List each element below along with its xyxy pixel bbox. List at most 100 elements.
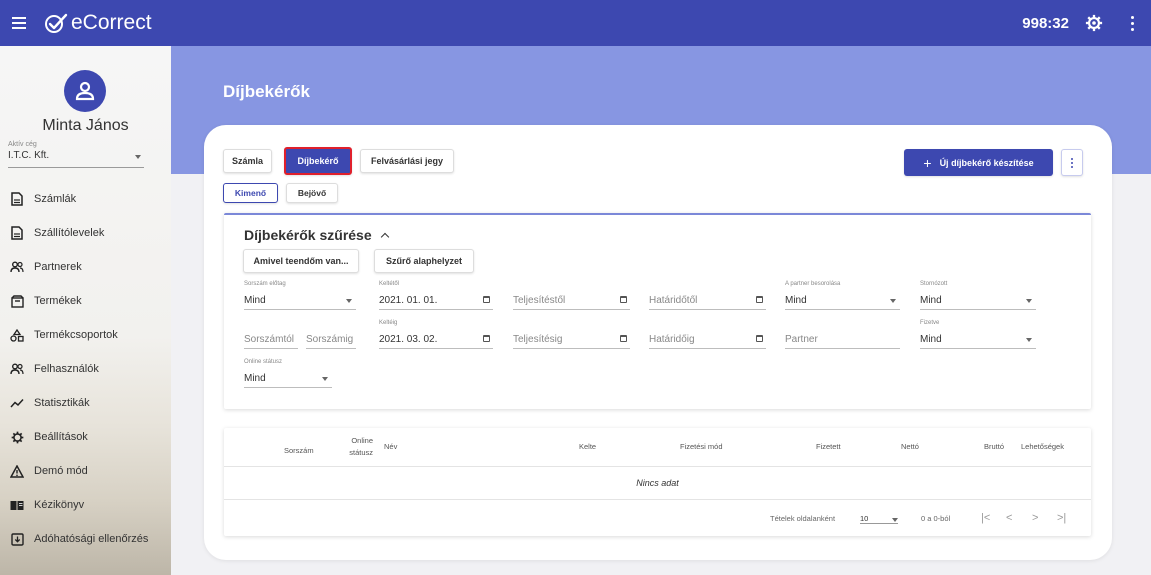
sidebar-item-label: Kézikönyv — [34, 499, 85, 511]
calendar-icon[interactable] — [756, 335, 763, 342]
results-table: Sorszám Online státusz Név Kelte Fizetés… — [224, 428, 1091, 536]
field-value: Mind — [244, 373, 266, 384]
person-icon — [75, 81, 95, 101]
sidebar-item-szallitolevelek[interactable]: Szállítólevelek — [0, 216, 171, 250]
box-icon — [10, 294, 24, 308]
app-logo[interactable]: eCorrect — [44, 11, 152, 35]
fulfilment-to-field[interactable]: Teljesítésig — [513, 329, 630, 349]
new-invoice-request-button[interactable]: + Új díjbekérő készítése — [904, 149, 1053, 176]
prev-page-icon[interactable]: < — [1006, 512, 1012, 524]
gear-icon[interactable] — [1085, 14, 1103, 32]
sidebar-item-beallitasok[interactable]: Beállítások — [0, 420, 171, 454]
sidebar-item-kezikonyv[interactable]: Kézikönyv — [0, 488, 171, 522]
avatar[interactable] — [64, 70, 106, 112]
cancelled-select[interactable]: Stornózott Mind — [920, 281, 1036, 310]
column-header-netto[interactable]: Nettó — [901, 442, 919, 452]
column-header-kelte[interactable]: Kelte — [579, 442, 596, 452]
sidebar-item-partnerek[interactable]: Partnerek — [0, 250, 171, 284]
tab-dijbekero[interactable]: Díjbekérő — [284, 147, 352, 175]
sidebar-item-label: Felhasználók — [34, 363, 99, 375]
partner-field[interactable]: Partner — [785, 329, 900, 349]
calendar-icon[interactable] — [756, 296, 763, 303]
field-label: Online státusz — [244, 359, 283, 365]
sidebar-item-label: Termékek — [34, 295, 82, 307]
calendar-icon[interactable] — [620, 296, 627, 303]
sidebar-item-szamlak[interactable]: Számlák — [0, 182, 171, 216]
sidebar-item-label: Beállítások — [34, 431, 88, 443]
session-timer: 998:32 — [1022, 14, 1069, 32]
chevron-down-icon — [892, 518, 898, 522]
filter-title: Díjbekérők szűrése — [244, 227, 372, 243]
last-page-icon[interactable]: >| — [1057, 512, 1066, 524]
prefix-select[interactable]: Sorszám előtag Mind — [244, 281, 356, 310]
online-status-select[interactable]: Online státusz Mind — [244, 359, 332, 388]
tab-kimeno[interactable]: Kimenő — [223, 183, 278, 203]
column-header-lehetosegek: Lehetőségek — [1021, 442, 1064, 451]
calendar-icon[interactable] — [483, 296, 490, 303]
field-label: Fizetve — [920, 320, 940, 326]
next-page-icon[interactable]: > — [1032, 512, 1038, 524]
ecorrect-logo-icon — [45, 13, 68, 33]
column-header-fizetett[interactable]: Fizetett — [816, 442, 841, 452]
date-to-field[interactable]: Keltéig 2021. 03. 02. — [379, 320, 493, 349]
reset-filter-button[interactable]: Szűrő alaphelyzet — [374, 249, 474, 273]
sidebar-item-statisztikak[interactable]: Statisztikák — [0, 386, 171, 420]
due-to-field[interactable]: Határidőig — [649, 329, 766, 349]
column-header-nev[interactable]: Név — [384, 442, 397, 452]
document-icon — [10, 226, 24, 240]
calendar-icon[interactable] — [620, 335, 627, 342]
column-header-status[interactable]: státusz — [346, 448, 373, 458]
user-name: Minta János — [42, 117, 129, 134]
sidebar-item-adohatosagi-ellenorzes[interactable]: Adóhatósági ellenőrzés — [0, 522, 171, 556]
warning-icon — [10, 464, 24, 478]
field-placeholder: Teljesítésig — [513, 334, 563, 345]
sidebar-item-demo-mod[interactable]: Demó mód — [0, 454, 171, 488]
chevron-down-icon — [346, 299, 352, 303]
due-from-field[interactable]: Határidőtől — [649, 290, 766, 310]
sidebar-item-termekcsoportok[interactable]: Termékcsoportok — [0, 318, 171, 352]
footer-divider — [224, 499, 1091, 500]
more-vert-icon[interactable] — [1125, 14, 1139, 32]
page-range: 0 a 0-ból — [921, 514, 951, 523]
top-app-bar: eCorrect 998:32 — [0, 0, 1151, 46]
rows-per-page-label: Tételek oldalanként — [770, 514, 836, 523]
calendar-icon[interactable] — [483, 335, 490, 342]
field-placeholder: Teljesítéstől — [513, 295, 566, 306]
more-options-button[interactable] — [1061, 149, 1083, 176]
column-header-fizetesi-mod[interactable]: Fizetési mód — [680, 442, 723, 452]
download-box-icon — [10, 532, 24, 546]
rows-per-page-select[interactable]: 10 — [860, 514, 898, 524]
todo-filter-button[interactable]: Amivel teendőm van... — [243, 249, 359, 273]
first-page-icon[interactable]: |< — [981, 512, 990, 524]
sidebar-item-felhasznalok[interactable]: Felhasználók — [0, 352, 171, 386]
chevron-down-icon — [1026, 338, 1032, 342]
sidebar-item-label: Termékcsoportok — [34, 329, 118, 341]
field-label: Keltétől — [379, 281, 400, 287]
filter-toggle[interactable]: Díjbekérők szűrése — [244, 227, 389, 243]
people-icon — [10, 260, 24, 274]
date-from-field[interactable]: Keltétől 2021. 01. 01. — [379, 281, 493, 310]
chevron-down-icon — [322, 377, 328, 381]
sidebar-item-termekek[interactable]: Termékek — [0, 284, 171, 318]
column-header-brutto[interactable]: Bruttó — [984, 442, 1004, 452]
tab-szamla[interactable]: Számla — [223, 149, 272, 173]
company-select[interactable]: I.T.C. Kft. — [8, 150, 144, 168]
tab-felvasarlasi-jegy[interactable]: Felvásárlási jegy — [360, 149, 454, 173]
column-header-sorszam[interactable]: Sorszám — [284, 446, 314, 456]
sidebar-item-label: Számlák — [34, 193, 77, 205]
sidebar-item-label: Partnerek — [34, 261, 82, 273]
number-to-field[interactable]: Sorszámig — [306, 329, 356, 349]
page-title: Díjbekérők — [223, 82, 310, 101]
field-placeholder: Sorszámtól — [244, 334, 295, 345]
hamburger-menu-icon[interactable] — [12, 13, 32, 33]
field-value: 2021. 03. 02. — [379, 334, 438, 345]
partner-class-select[interactable]: A partner besorolása Mind — [785, 281, 900, 310]
paid-select[interactable]: Fizetve Mind — [920, 320, 1036, 349]
number-from-field[interactable]: Sorszámtól — [244, 329, 298, 349]
sidebar-nav: Számlák Szállítólevelek Partnerek Termék… — [0, 182, 171, 556]
field-value: 2021. 01. 01. — [379, 295, 438, 306]
fulfilment-from-field[interactable]: Teljesítéstől — [513, 290, 630, 310]
tab-bejovo[interactable]: Bejövő — [286, 183, 338, 203]
column-header-online[interactable]: Online — [348, 436, 373, 446]
sidebar-item-label: Szállítólevelek — [34, 227, 105, 239]
